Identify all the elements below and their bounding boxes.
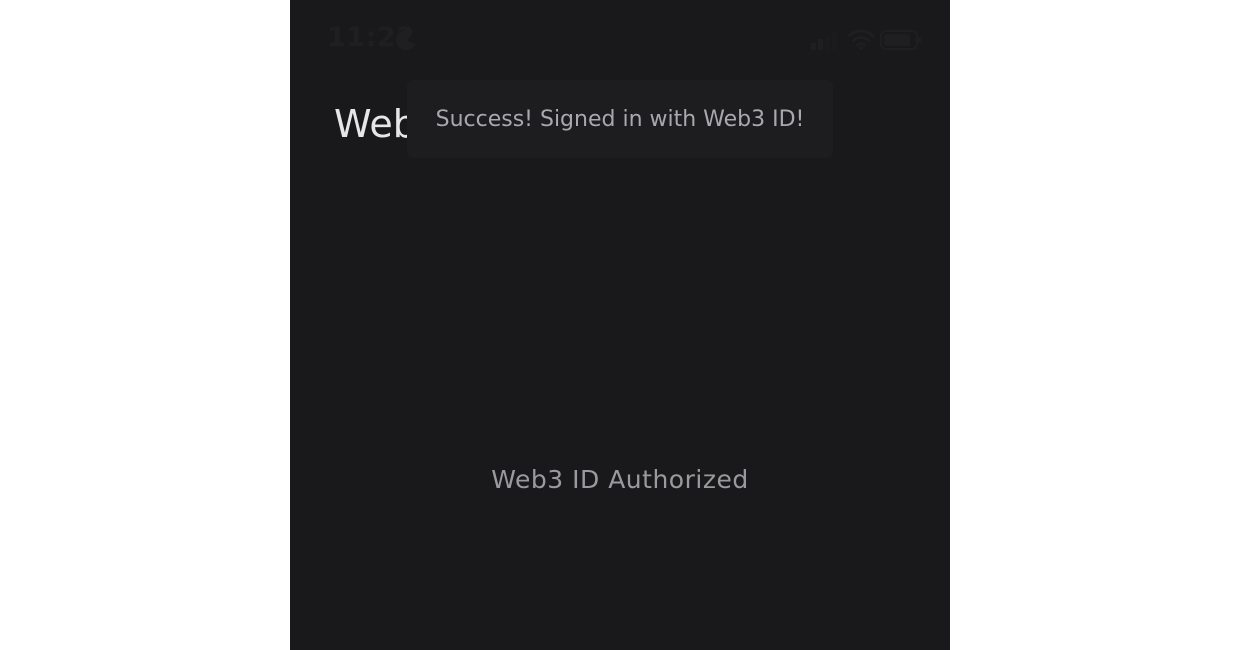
success-toast[interactable]: Success! Signed in with Web3 ID! — [407, 80, 833, 158]
status-bar: 11:22 — [290, 0, 950, 80]
phone-screen: 11:22 Web Success! Signed in with Web3 I… — [290, 0, 950, 650]
wifi-icon — [847, 29, 875, 50]
toast-message: Success! Signed in with Web3 ID! — [435, 106, 805, 132]
moon-icon — [396, 30, 416, 51]
cellular-signal-icon — [811, 31, 837, 50]
page-title: Web — [334, 102, 417, 146]
authorized-status-text: Web3 ID Authorized — [491, 465, 749, 494]
battery-icon — [880, 30, 921, 50]
